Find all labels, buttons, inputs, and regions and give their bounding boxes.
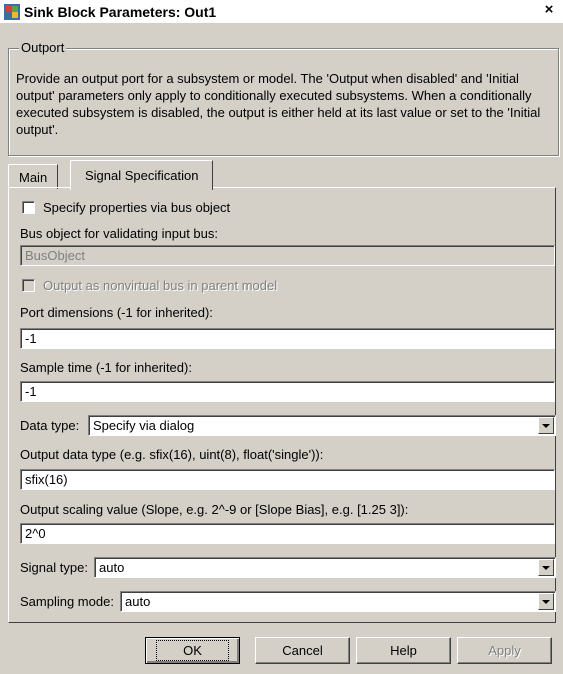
nonvirtual-label: Output as nonvirtual bus in parent model <box>43 278 278 293</box>
data-type-label: Data type: <box>20 418 80 433</box>
output-data-type-input[interactable]: sfix(16) <box>20 469 555 490</box>
sample-time-input[interactable]: -1 <box>20 381 555 402</box>
ok-button[interactable]: OK <box>145 637 240 664</box>
sampling-mode-select[interactable]: auto <box>120 591 556 612</box>
chevron-down-icon[interactable] <box>538 593 554 610</box>
output-scaling-label: Output scaling value (Slope, e.g. 2^-9 o… <box>20 502 409 517</box>
specify-bus-label: Specify properties via bus object <box>43 200 231 215</box>
bus-object-field: BusObject <box>20 245 555 266</box>
signal-type-label: Signal type: <box>20 560 88 575</box>
bus-object-label: Bus object for validating input bus: <box>20 226 219 241</box>
cancel-button[interactable]: Cancel <box>255 637 350 664</box>
nonvirtual-checkbox <box>22 279 35 292</box>
port-dims-input[interactable]: -1 <box>20 328 555 349</box>
data-type-select[interactable]: Specify via dialog <box>88 415 556 436</box>
specify-bus-checkbox[interactable] <box>22 201 35 214</box>
apply-button: Apply <box>457 637 552 664</box>
output-data-type-label: Output data type (e.g. sfix(16), uint(8)… <box>20 447 324 462</box>
sample-time-label: Sample time (-1 for inherited): <box>20 360 192 375</box>
simulink-block-icon <box>4 3 20 20</box>
help-label: Help <box>390 643 417 658</box>
port-dims-label: Port dimensions (-1 for inherited): <box>20 305 213 320</box>
tab-main-label: Main <box>19 169 48 185</box>
title-bar: Sink Block Parameters: Out1 × <box>0 0 563 23</box>
tab-signal-label: Signal Specification <box>85 168 199 183</box>
block-description: Provide an output port for a subsystem o… <box>16 71 541 137</box>
apply-label: Apply <box>488 643 521 658</box>
specify-bus-row[interactable]: Specify properties via bus object <box>22 200 230 215</box>
chevron-down-icon[interactable] <box>538 417 554 434</box>
tab-strip: Main Signal Specification <box>8 160 557 190</box>
ok-label: OK <box>156 640 229 661</box>
group-title: Outport <box>19 40 67 55</box>
nonvirtual-row: Output as nonvirtual bus in parent model <box>22 278 277 293</box>
signal-type-select[interactable]: auto <box>94 557 556 578</box>
chevron-down-icon[interactable] <box>538 559 554 576</box>
data-type-value: Specify via dialog <box>93 418 195 433</box>
sampling-mode-value: auto <box>125 594 151 609</box>
sampling-mode-label: Sampling mode: <box>20 594 114 609</box>
window-title: Sink Block Parameters: Out1 <box>24 3 217 20</box>
tab-signal-specification[interactable]: Signal Specification <box>70 160 214 190</box>
cancel-label: Cancel <box>282 643 323 658</box>
signal-type-value: auto <box>99 560 125 575</box>
help-button[interactable]: Help <box>356 637 451 664</box>
output-scaling-input[interactable]: 2^0 <box>20 523 555 544</box>
close-icon[interactable]: × <box>541 2 557 18</box>
tab-main[interactable]: Main <box>8 164 59 189</box>
